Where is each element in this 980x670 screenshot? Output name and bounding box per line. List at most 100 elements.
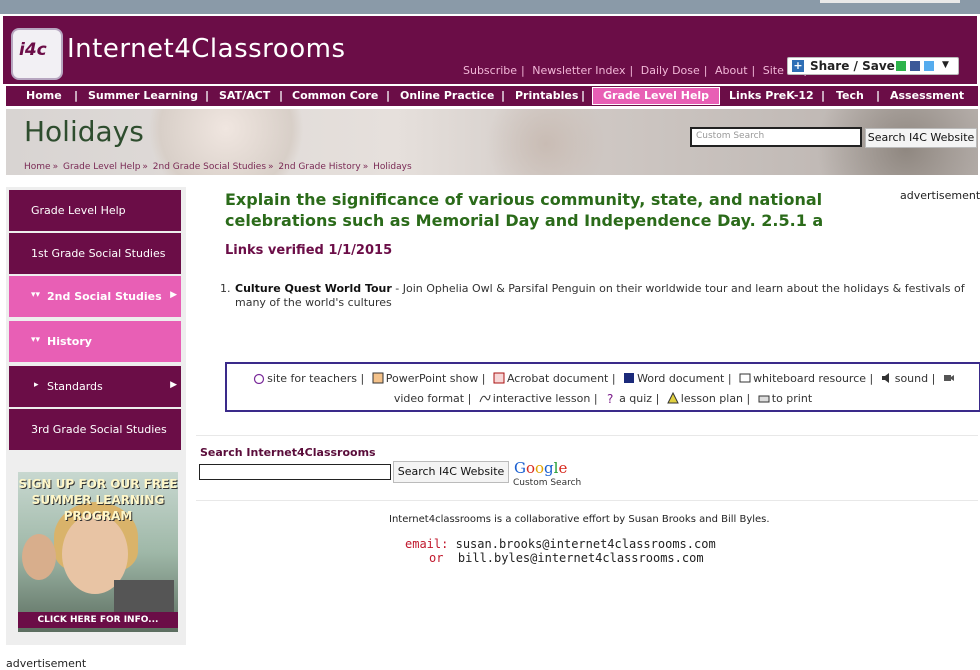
chevron-right-icon: ▶	[170, 380, 177, 390]
email-susan[interactable]: susan.brooks@internet4classrooms.com	[456, 537, 716, 551]
interactive-icon	[479, 394, 491, 403]
banner-photo-region	[466, 109, 626, 175]
nav-summer-learning[interactable]: Summer Learning	[88, 89, 198, 102]
facebook-icon[interactable]	[910, 61, 920, 71]
email-bill[interactable]: bill.byles@internet4classrooms.com	[458, 551, 704, 565]
chevron-right-icon: ▶	[170, 290, 177, 300]
lesson-plan-icon	[666, 392, 679, 404]
promo-cta[interactable]: CLICK HERE FOR INFO...	[18, 612, 178, 628]
collaboration-note: Internet4classrooms is a collaborative e…	[389, 514, 770, 525]
sidebar: Grade Level Help 1st Grade Social Studie…	[6, 187, 186, 645]
header-search-placeholder: Custom Search	[696, 131, 765, 141]
sidebar-item-2nd-social-studies[interactable]: ▾▾ 2nd Social Studies ▶	[9, 276, 181, 317]
page-frame: i4c Internet4Classrooms Subscribe | Newsl…	[3, 16, 980, 670]
page-title: Holidays	[24, 115, 144, 148]
legend-print: to print	[771, 392, 813, 405]
sidebar-advertisement-label: advertisement	[6, 657, 87, 670]
nav-common-core[interactable]: Common Core	[292, 89, 378, 102]
legend-lesson-plan: lesson plan	[680, 392, 744, 405]
breadcrumb-holidays: Holidays	[373, 162, 412, 172]
legend-acrobat: Acrobat document	[506, 372, 609, 385]
advertisement-label: advertisement	[900, 189, 980, 202]
sound-icon	[881, 373, 889, 383]
apple-icon	[254, 373, 265, 384]
legend-interactive: interactive lesson	[492, 392, 591, 405]
nav-links-prek-12[interactable]: Links PreK-12	[729, 89, 814, 102]
google-custom-search-label: Custom Search	[513, 478, 582, 488]
legend-whiteboard: whiteboard resource	[753, 372, 867, 385]
chevron-down-icon: ▾▾	[31, 290, 41, 300]
sidebar-item-history[interactable]: ▾▾ History	[9, 321, 181, 362]
divider	[196, 500, 978, 501]
breadcrumb-grade-level-help[interactable]: Grade Level Help	[63, 162, 140, 172]
nav-assessment[interactable]: Assessment	[890, 89, 964, 102]
legend-word: Word document	[637, 372, 725, 385]
legend-video: video format	[393, 392, 465, 405]
whiteboard-icon	[739, 373, 751, 383]
promo-photo-laptop	[114, 580, 174, 614]
chevron-down-icon[interactable]: ▼	[942, 60, 949, 70]
or-label: or	[429, 551, 444, 565]
nav-grade-level-help[interactable]: Grade Level Help	[592, 87, 721, 105]
sidebar-item-label: 1st Grade Social Studies	[31, 247, 166, 260]
sidebar-item-3rd-grade-social-studies[interactable]: 3rd Grade Social Studies	[9, 409, 181, 450]
top-link-daily-dose[interactable]: Daily Dose	[641, 64, 700, 77]
nav-tech[interactable]: Tech	[836, 89, 864, 102]
twitter-icon[interactable]	[924, 61, 934, 71]
sidebar-item-standards[interactable]: ▸ Standards ▶	[9, 366, 181, 407]
site-logo[interactable]: i4c Internet4Classrooms	[11, 26, 345, 80]
top-strip-bar	[820, 0, 960, 3]
sidebar-item-label: 2nd Social Studies	[47, 290, 162, 303]
legend-site-for-teachers: site for teachers	[267, 372, 358, 385]
acrobat-icon	[493, 372, 505, 384]
email-share-icon[interactable]	[896, 61, 906, 71]
svg-text:?: ?	[607, 392, 613, 404]
header-search-input[interactable]: Custom Search	[690, 127, 862, 147]
nav-printables[interactable]: Printables	[515, 89, 578, 102]
promo-photo-figure	[22, 534, 56, 580]
nav-sat-act[interactable]: SAT/ACT	[219, 89, 270, 102]
powerpoint-icon	[372, 372, 384, 384]
legend-powerpoint: PowerPoint show	[385, 372, 479, 385]
summer-program-promo[interactable]: SIGN UP FOR OUR FREE SUMMER LEARNING PRO…	[18, 472, 178, 632]
breadcrumb-home[interactable]: Home	[24, 162, 51, 172]
video-icon	[943, 375, 954, 381]
main-nav: Home | Summer Learning | SAT/ACT | Commo…	[6, 86, 978, 106]
search-input[interactable]	[199, 464, 391, 480]
browser-top-strip	[0, 0, 980, 14]
divider	[196, 435, 978, 436]
legend-row: site for teachers | PowerPoint show | Ac…	[227, 372, 979, 385]
page-banner: Holidays Home» Grade Level Help» 2nd Gra…	[6, 109, 978, 175]
plus-icon: +	[792, 59, 804, 72]
nav-online-practice[interactable]: Online Practice	[400, 89, 494, 102]
top-link-newsletter[interactable]: Newsletter Index	[532, 64, 625, 77]
share-save-label: Share / Save	[810, 59, 895, 73]
search-block-label: Search Internet4Classrooms	[200, 446, 376, 459]
share-save-button[interactable]: + Share / Save ▼	[787, 57, 959, 75]
sidebar-item-label: History	[47, 335, 92, 348]
nav-home[interactable]: Home	[26, 89, 62, 102]
legend-quiz: a quiz	[619, 392, 653, 405]
breadcrumb-2nd-grade-social-studies[interactable]: 2nd Grade Social Studies	[153, 162, 266, 172]
breadcrumb: Home» Grade Level Help» 2nd Grade Social…	[24, 162, 412, 172]
quiz-icon: ?	[607, 392, 613, 404]
email-row: email: susan.brooks@internet4classrooms.…	[405, 537, 716, 551]
google-logo: Google	[514, 459, 568, 477]
header-search-button[interactable]: Search I4C Website	[865, 128, 977, 148]
search-button[interactable]: Search I4C Website	[393, 461, 509, 483]
logo-badge-text: i4c	[19, 40, 47, 60]
word-icon	[624, 373, 635, 383]
links-verified-date: Links verified 1/1/2015	[225, 243, 393, 258]
logo-text: Internet4Classrooms	[67, 34, 346, 64]
top-links: Subscribe | Newsletter Index | Daily Dose |…	[463, 64, 815, 77]
chevron-right-icon: ▸	[34, 380, 39, 390]
email-label: email:	[405, 537, 449, 551]
legend-sound: sound	[894, 372, 929, 385]
breadcrumb-2nd-grade-history[interactable]: 2nd Grade History	[278, 162, 360, 172]
legend-row: video format | interactive lesson | ? a q…	[393, 392, 813, 405]
top-link-subscribe[interactable]: Subscribe	[463, 64, 517, 77]
resource-link[interactable]: Culture Quest World Tour	[235, 282, 392, 295]
sidebar-item-1st-grade-social-studies[interactable]: 1st Grade Social Studies	[9, 233, 181, 274]
top-link-about[interactable]: About	[715, 64, 748, 77]
sidebar-item-grade-level-help[interactable]: Grade Level Help	[9, 190, 181, 231]
